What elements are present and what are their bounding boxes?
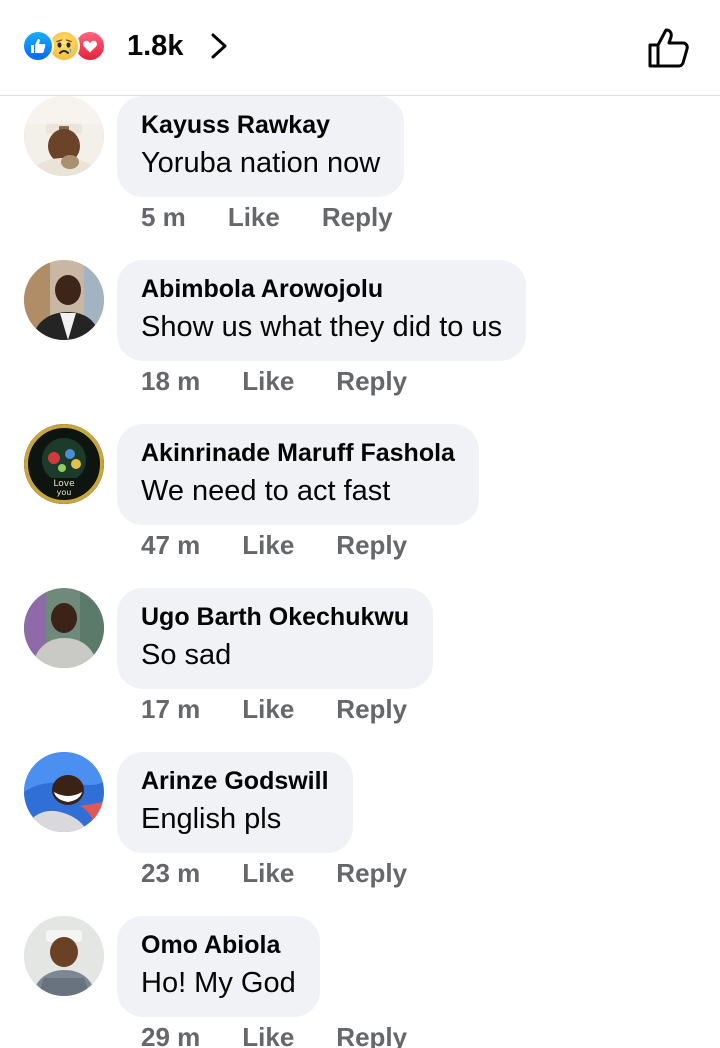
like-reaction-icon <box>22 30 54 62</box>
comment-author[interactable]: Kayuss Rawkay <box>141 110 380 140</box>
like-link[interactable]: Like <box>242 858 294 889</box>
comment-time[interactable]: 29 m <box>141 1022 200 1048</box>
comment-actions: 47 m Like Reply <box>141 527 407 563</box>
comment-text: English pls <box>141 803 282 835</box>
comment-item: Omo Abiola Ho! My God 29 m Like Reply <box>0 916 720 1048</box>
comment-bubble[interactable]: Kayuss Rawkay Yoruba nation now <box>117 96 405 197</box>
like-link[interactable]: Like <box>242 1022 294 1048</box>
comment-author[interactable]: Akinrinade Maruff Fashola <box>141 438 455 468</box>
comment-text: Ho! My God <box>141 967 296 999</box>
comment-bubble[interactable]: Omo Abiola Ho! My God <box>117 916 320 1017</box>
comment-text: Show us what they did to us <box>141 311 503 343</box>
chevron-right-icon[interactable] <box>204 30 234 62</box>
comment-author[interactable]: Omo Abiola <box>141 930 296 960</box>
reaction-count[interactable]: 1.8k <box>127 28 183 64</box>
svg-text:you: you <box>57 488 72 497</box>
reply-link[interactable]: Reply <box>336 530 407 561</box>
avatar[interactable] <box>24 752 104 832</box>
avatar[interactable] <box>24 260 104 340</box>
comment-item: Kayuss Rawkay Yoruba nation now 5 m Like… <box>0 96 720 260</box>
comment-actions: 18 m Like Reply <box>141 363 407 399</box>
comment-item: Arinze Godswill English pls 23 m Like Re… <box>0 752 720 916</box>
avatar[interactable]: Love you <box>24 424 104 504</box>
comment-author[interactable]: Abimbola Arowojolu <box>141 274 502 304</box>
thumbs-up-icon[interactable] <box>644 26 692 70</box>
comment-item: Ugo Barth Okechukwu So sad 17 m Like Rep… <box>0 588 720 752</box>
comment-bubble[interactable]: Akinrinade Maruff Fashola We need to act… <box>117 424 479 525</box>
comment-author[interactable]: Arinze Godswill <box>141 766 329 796</box>
comment-time[interactable]: 23 m <box>141 858 200 889</box>
reactions-header: 1.8k <box>0 0 720 96</box>
avatar[interactable] <box>24 96 104 176</box>
comment-time[interactable]: 18 m <box>141 366 200 397</box>
comment-item: Love you Akinrinade Maruff Fashola We ne… <box>0 424 720 588</box>
comment-actions: 5 m Like Reply <box>141 199 393 235</box>
avatar[interactable] <box>24 916 104 996</box>
comment-bubble[interactable]: Arinze Godswill English pls <box>117 752 353 853</box>
reply-link[interactable]: Reply <box>336 1022 407 1048</box>
like-link[interactable]: Like <box>242 694 294 725</box>
comment-text: So sad <box>141 639 232 671</box>
avatar[interactable] <box>24 588 104 668</box>
comment-item: Abimbola Arowojolu Show us what they did… <box>0 260 720 424</box>
comment-actions: 17 m Like Reply <box>141 691 407 727</box>
like-link[interactable]: Like <box>228 202 280 233</box>
reply-link[interactable]: Reply <box>336 858 407 889</box>
like-link[interactable]: Like <box>242 366 294 397</box>
comment-time[interactable]: 17 m <box>141 694 200 725</box>
reply-link[interactable]: Reply <box>336 694 407 725</box>
comment-actions: 23 m Like Reply <box>141 855 407 891</box>
comment-bubble[interactable]: Abimbola Arowojolu Show us what they did… <box>117 260 527 361</box>
comments-screen: 1.8k Kayuss Rawkay Yoruba nation now 5 m… <box>0 0 720 1048</box>
reaction-summary[interactable] <box>22 29 106 63</box>
comment-text: We need to act fast <box>141 475 391 507</box>
comment-time[interactable]: 5 m <box>141 202 186 233</box>
comment-bubble[interactable]: Ugo Barth Okechukwu So sad <box>117 588 434 689</box>
reply-link[interactable]: Reply <box>336 366 407 397</box>
like-link[interactable]: Like <box>242 530 294 561</box>
comment-time[interactable]: 47 m <box>141 530 200 561</box>
reply-link[interactable]: Reply <box>322 202 393 233</box>
comment-author[interactable]: Ugo Barth Okechukwu <box>141 602 409 632</box>
comment-text: Yoruba nation now <box>141 147 381 179</box>
comment-actions: 29 m Like Reply <box>141 1019 407 1048</box>
